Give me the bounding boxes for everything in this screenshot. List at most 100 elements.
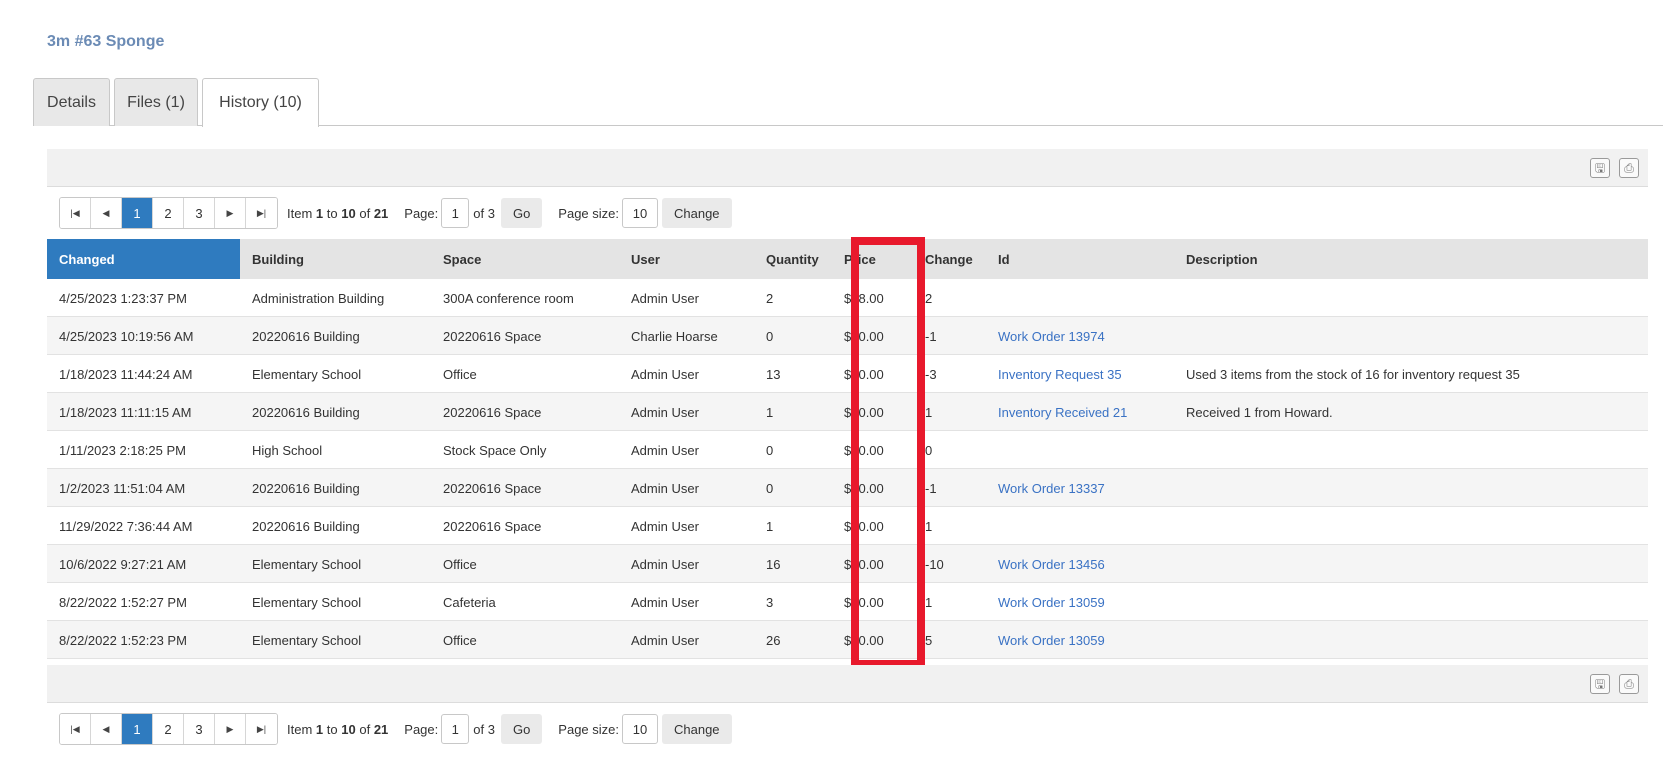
page-count: of 3 xyxy=(473,205,495,221)
history-grid: Changed Building Space User Quantity Pri… xyxy=(47,239,1648,659)
column-header-changed[interactable]: Changed xyxy=(47,239,240,279)
grid-header: Changed Building Space User Quantity Pri… xyxy=(47,239,1648,279)
cell-changed: 8/22/2022 1:52:23 PM xyxy=(59,632,187,648)
cell-description xyxy=(1174,469,1648,507)
tab-bar: Details Files (1) History (10) xyxy=(33,78,1663,127)
cell-change: 2 xyxy=(925,290,933,306)
page-button-1[interactable]: 1 xyxy=(122,198,153,228)
record-link[interactable]: Work Order 13059 xyxy=(998,595,1105,610)
cell-changed: 8/22/2022 1:52:27 PM xyxy=(59,594,187,610)
cell-user: Charlie Hoarse xyxy=(631,328,718,344)
cell-user: Admin User xyxy=(631,404,699,420)
column-header-change[interactable]: Change xyxy=(913,239,986,279)
cell-change: -1 xyxy=(925,480,937,496)
cell-id xyxy=(986,431,1174,469)
save-icon[interactable]: 🖫 xyxy=(1590,158,1610,178)
column-header-description[interactable]: Description xyxy=(1174,239,1648,279)
cell-changed: 10/6/2022 9:27:21 AM xyxy=(59,556,187,572)
cell-space: 20220616 Space xyxy=(443,328,542,344)
page-size-input[interactable]: 10 xyxy=(622,714,658,744)
table-row[interactable]: 1/2/2023 11:51:04 AM 20220616 Building 202… xyxy=(47,469,1648,507)
go-button[interactable]: Go xyxy=(500,714,543,744)
record-link[interactable]: Work Order 13974 xyxy=(998,329,1105,344)
cell-building: Elementary School xyxy=(252,556,362,572)
cell-change: 1 xyxy=(925,594,933,610)
first-page-icon[interactable]: |◀ xyxy=(60,198,91,228)
column-header-price[interactable]: Price xyxy=(832,239,913,279)
table-row[interactable]: 4/25/2023 10:19:56 AM 20220616 Building 20… xyxy=(47,317,1648,355)
cell-quantity: 0 xyxy=(766,442,774,458)
page-button-3[interactable]: 3 xyxy=(184,714,215,744)
page-input[interactable]: 1 xyxy=(441,714,470,744)
grid-toolbar-top: 🖫 ⎙ xyxy=(47,149,1648,187)
table-row[interactable]: 8/22/2022 1:52:27 PM Elementary School Caf… xyxy=(47,583,1648,621)
last-page-icon[interactable]: ▶| xyxy=(246,714,277,744)
record-link[interactable]: Work Order 13059 xyxy=(998,633,1105,648)
cell-id: Work Order 13974 xyxy=(986,317,1174,355)
record-link[interactable]: Work Order 13456 xyxy=(998,557,1105,572)
pager-buttons: |◀ ◀ 1 2 3 ▶ ▶| xyxy=(59,197,278,229)
column-header-space[interactable]: Space xyxy=(431,239,619,279)
record-link[interactable]: Work Order 13337 xyxy=(998,481,1105,496)
page-button-2[interactable]: 2 xyxy=(153,714,184,744)
cell-change: 5 xyxy=(925,632,933,648)
page-button-3[interactable]: 3 xyxy=(184,198,215,228)
cell-id xyxy=(986,279,1174,317)
pager-top: |◀ ◀ 1 2 3 ▶ ▶| Item 1 to 10 of 21 Page:… xyxy=(59,197,732,229)
cell-price: $30.00 xyxy=(844,518,884,534)
prev-page-icon[interactable]: ◀ xyxy=(91,714,122,744)
grid-toolbar-bottom: 🖫 ⎙ xyxy=(47,665,1648,703)
change-button[interactable]: Change xyxy=(662,198,732,228)
column-header-user[interactable]: User xyxy=(619,239,754,279)
page-button-1[interactable]: 1 xyxy=(122,714,153,744)
cell-price: $30.00 xyxy=(844,366,884,382)
cell-description xyxy=(1174,621,1648,659)
change-button[interactable]: Change xyxy=(662,714,732,744)
save-icon[interactable]: 🖫 xyxy=(1590,674,1610,694)
first-page-icon[interactable]: |◀ xyxy=(60,714,91,744)
next-page-icon[interactable]: ▶ xyxy=(215,198,246,228)
record-link[interactable]: Inventory Request 35 xyxy=(998,367,1122,382)
table-row[interactable]: 11/29/2022 7:36:44 AM 20220616 Building 20… xyxy=(47,507,1648,545)
table-row[interactable]: 10/6/2022 9:27:21 AM Elementary School Off… xyxy=(47,545,1648,583)
tab-history[interactable]: History (10) xyxy=(202,78,319,127)
page-size-input[interactable]: 10 xyxy=(622,198,658,228)
page-input[interactable]: 1 xyxy=(441,198,470,228)
pager-info: Item 1 to 10 of 21 xyxy=(287,721,389,737)
cell-quantity: 0 xyxy=(766,480,774,496)
table-row[interactable]: 1/11/2023 2:18:25 PM High School Stock Spa… xyxy=(47,431,1648,469)
column-header-id[interactable]: Id xyxy=(986,239,1174,279)
cell-building: Elementary School xyxy=(252,594,362,610)
record-link[interactable]: Inventory Received 21 xyxy=(998,405,1127,420)
cell-space: Stock Space Only xyxy=(443,442,547,458)
cell-space: Office xyxy=(443,366,477,382)
next-page-icon[interactable]: ▶ xyxy=(215,714,246,744)
cell-space: 20220616 Space xyxy=(443,518,542,534)
prev-page-icon[interactable]: ◀ xyxy=(91,198,122,228)
table-row[interactable]: 8/22/2022 1:52:23 PM Elementary School Off… xyxy=(47,621,1648,659)
table-row[interactable]: 1/18/2023 11:44:24 AM Elementary School Of… xyxy=(47,355,1648,393)
column-header-building[interactable]: Building xyxy=(240,239,431,279)
page-button-2[interactable]: 2 xyxy=(153,198,184,228)
table-row[interactable]: 1/18/2023 11:11:15 AM 20220616 Building 20… xyxy=(47,393,1648,431)
tab-files[interactable]: Files (1) xyxy=(114,78,198,126)
cell-changed: 1/18/2023 11:11:15 AM xyxy=(59,404,192,420)
go-button[interactable]: Go xyxy=(500,198,543,228)
table-row[interactable]: 4/25/2023 1:23:37 PM Administration Build… xyxy=(47,279,1648,317)
cell-description xyxy=(1174,431,1648,469)
column-header-quantity[interactable]: Quantity xyxy=(754,239,832,279)
print-icon[interactable]: ⎙ xyxy=(1619,158,1639,178)
tab-details[interactable]: Details xyxy=(33,78,110,126)
cell-quantity: 26 xyxy=(766,632,781,648)
cell-quantity: 2 xyxy=(766,290,774,306)
cell-id: Work Order 13456 xyxy=(986,545,1174,583)
cell-description xyxy=(1174,545,1648,583)
last-page-icon[interactable]: ▶| xyxy=(246,198,277,228)
cell-id: Inventory Request 35 xyxy=(986,355,1174,393)
cell-quantity: 3 xyxy=(766,594,774,610)
cell-quantity: 1 xyxy=(766,518,774,534)
cell-building: Elementary School xyxy=(252,366,362,382)
cell-user: Admin User xyxy=(631,518,699,534)
print-icon[interactable]: ⎙ xyxy=(1619,674,1639,694)
cell-change: -10 xyxy=(925,556,944,572)
